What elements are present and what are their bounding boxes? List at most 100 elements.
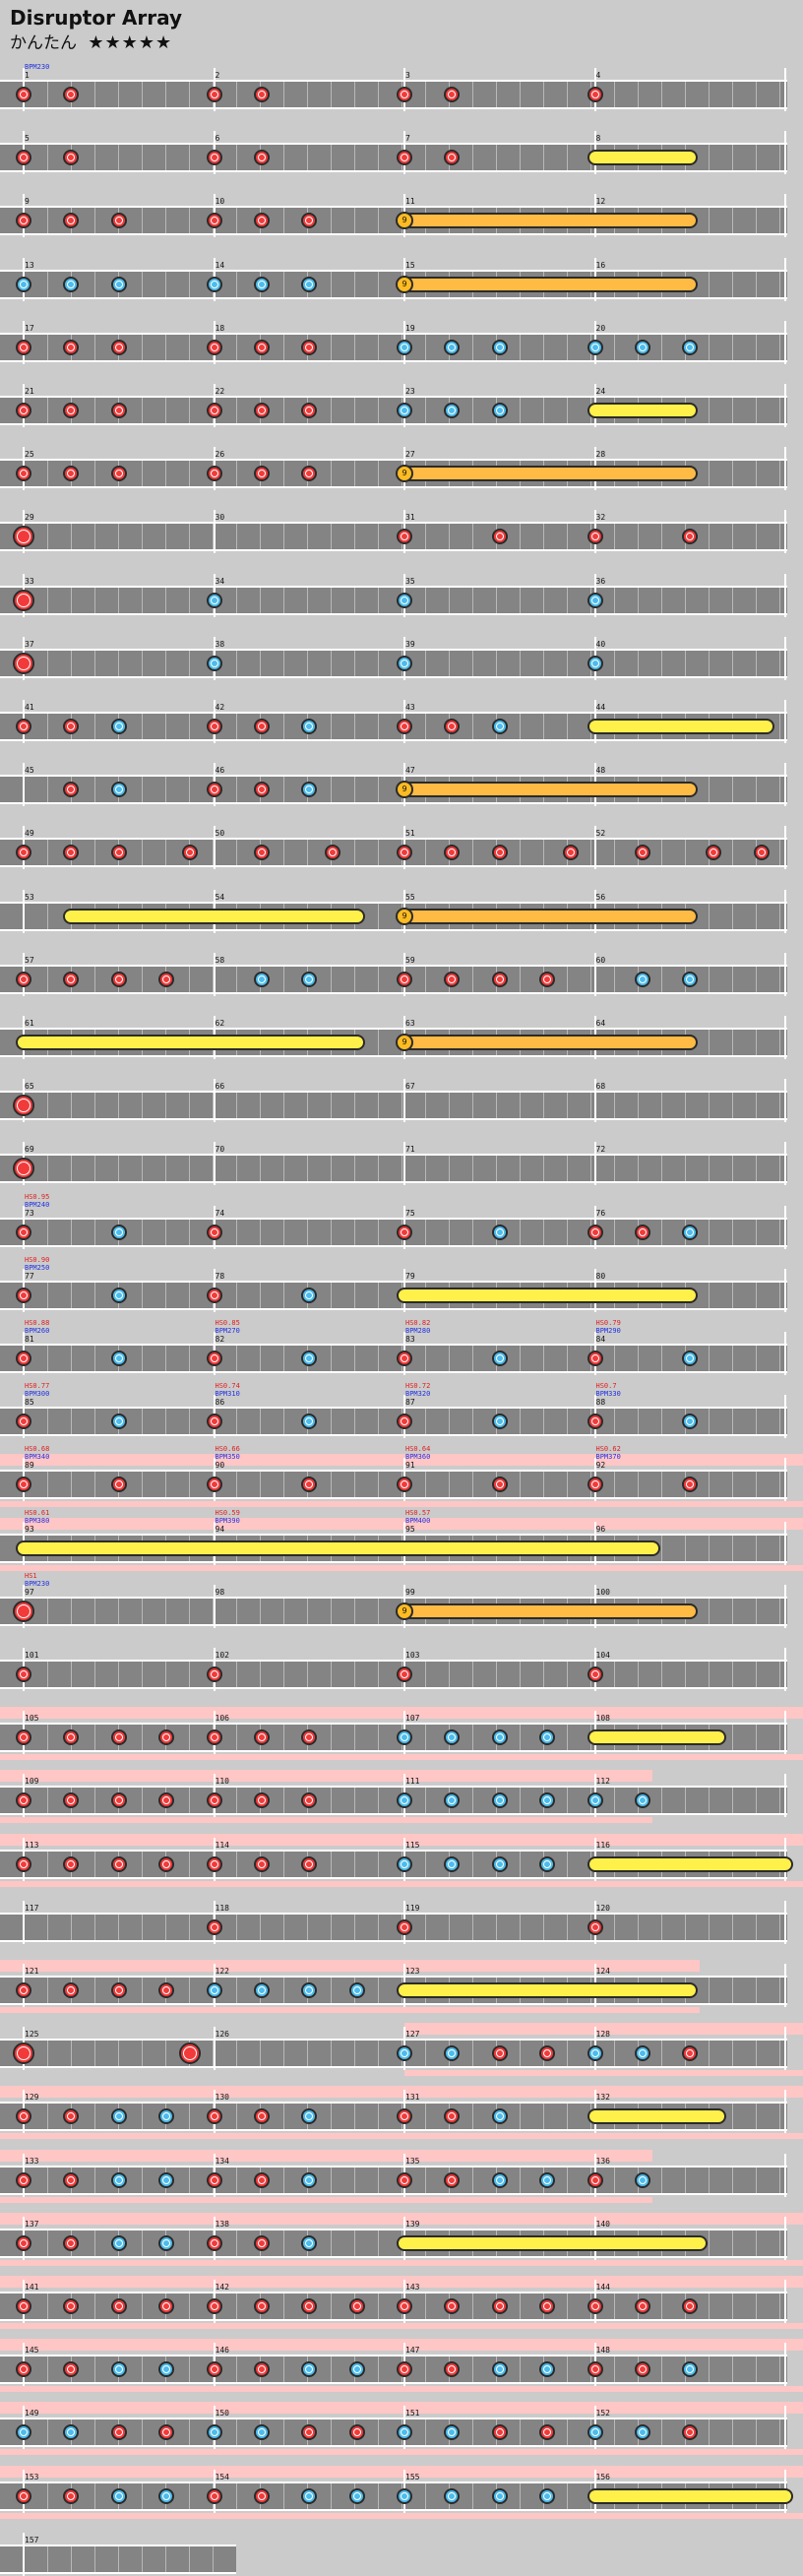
measure-number: 20 bbox=[595, 323, 606, 333]
beat-tick bbox=[236, 1598, 237, 1624]
measure-number: 13 bbox=[25, 260, 34, 270]
beat-tick bbox=[638, 1409, 639, 1435]
beat-tick bbox=[756, 145, 757, 171]
beat-tick bbox=[260, 1472, 261, 1498]
measure-number: 45 bbox=[25, 766, 34, 776]
beat-tick bbox=[779, 840, 780, 866]
beat-tick bbox=[47, 334, 48, 360]
beat-tick bbox=[260, 524, 261, 550]
beat-tick bbox=[142, 1409, 143, 1435]
beat-tick bbox=[142, 587, 143, 613]
beat-tick bbox=[142, 1662, 143, 1687]
beat-tick bbox=[283, 2419, 284, 2446]
beat-tick bbox=[307, 587, 308, 613]
beat-tick bbox=[661, 650, 662, 676]
beat-tick bbox=[165, 1219, 166, 1245]
measure-number: 42 bbox=[215, 703, 225, 712]
beat-tick bbox=[47, 2482, 48, 2509]
beat-tick bbox=[779, 2419, 780, 2446]
beat-tick bbox=[47, 461, 48, 487]
don-note bbox=[16, 1351, 31, 1366]
beat-tick bbox=[283, 2293, 284, 2319]
scroll-speed-label: HS0.59 bbox=[215, 1508, 240, 1517]
ka-note bbox=[206, 276, 222, 292]
beat-tick bbox=[354, 1851, 355, 1877]
measure-number: 46 bbox=[215, 766, 225, 776]
beat-tick bbox=[638, 1093, 639, 1119]
beat-tick bbox=[189, 2419, 190, 2446]
beat-tick bbox=[142, 271, 143, 297]
beat-tick bbox=[709, 145, 710, 171]
ka-note bbox=[301, 971, 318, 987]
beat-tick bbox=[779, 1156, 780, 1182]
ka-note bbox=[491, 1729, 508, 1746]
beat-tick bbox=[779, 334, 780, 360]
beat-tick bbox=[732, 1978, 733, 2003]
beat-tick bbox=[756, 461, 757, 487]
beat-tick bbox=[756, 1282, 757, 1308]
beat-tick bbox=[236, 1725, 237, 1751]
measure-lane bbox=[0, 80, 787, 109]
measure-number: 149 bbox=[25, 2409, 39, 2419]
beat-tick bbox=[756, 1219, 757, 1245]
beat-tick bbox=[47, 714, 48, 739]
beat-tick bbox=[354, 461, 355, 487]
beat-tick bbox=[590, 840, 591, 866]
beat-tick bbox=[614, 587, 615, 613]
beat-tick bbox=[472, 82, 473, 107]
gogo-band-bottom bbox=[0, 1880, 803, 1887]
beat-tick bbox=[331, 2230, 332, 2256]
beat-tick bbox=[307, 1598, 308, 1624]
beat-tick bbox=[425, 1219, 426, 1245]
measure-number: 71 bbox=[405, 1145, 415, 1155]
measure-number: 138 bbox=[215, 2219, 229, 2229]
beat-tick bbox=[779, 1030, 780, 1055]
beat-tick bbox=[472, 1851, 473, 1877]
beat-tick bbox=[614, 1914, 615, 1940]
ka-note bbox=[110, 1351, 127, 1366]
beat-tick bbox=[732, 777, 733, 803]
beat-tick bbox=[47, 208, 48, 234]
beat-tick bbox=[189, 714, 190, 739]
beat-tick bbox=[378, 2230, 379, 2256]
beat-tick bbox=[118, 1914, 119, 1940]
beat-tick bbox=[165, 2545, 166, 2572]
beat-tick bbox=[756, 1472, 757, 1498]
beat-tick bbox=[331, 145, 332, 171]
beat-tick bbox=[543, 714, 544, 739]
beat-tick bbox=[496, 1156, 497, 1182]
barline-end bbox=[784, 636, 786, 680]
ka-note bbox=[301, 2487, 318, 2504]
beat-tick bbox=[425, 1093, 426, 1119]
beat-tick bbox=[142, 208, 143, 234]
beat-tick bbox=[378, 714, 379, 739]
scroll-speed-label: HS0.66 bbox=[215, 1445, 240, 1454]
measure-number: 97 bbox=[25, 1587, 34, 1597]
beat-tick bbox=[732, 587, 733, 613]
don-note bbox=[397, 2298, 412, 2314]
measure-number: 117 bbox=[25, 1903, 39, 1913]
beat-tick bbox=[189, 2230, 190, 2256]
beat-tick bbox=[472, 2041, 473, 2067]
beat-tick bbox=[354, 1093, 355, 1119]
beat-tick bbox=[709, 2419, 710, 2446]
beat-tick bbox=[331, 1156, 332, 1182]
beat-tick bbox=[142, 2545, 143, 2572]
beat-tick bbox=[47, 1978, 48, 2003]
measure-number: 115 bbox=[405, 1840, 420, 1850]
beat-tick bbox=[189, 524, 190, 550]
gogo-band-bottom bbox=[0, 1564, 803, 1571]
beat-tick bbox=[614, 334, 615, 360]
beat-tick bbox=[283, 2356, 284, 2383]
don-note bbox=[348, 2298, 365, 2314]
measure-number: 24 bbox=[595, 387, 606, 396]
barline-end bbox=[784, 68, 786, 111]
gogo-band-top bbox=[0, 1833, 803, 1846]
beat-tick bbox=[567, 2104, 568, 2130]
beat-tick bbox=[354, 966, 355, 992]
beat-tick bbox=[567, 714, 568, 739]
beat-tick bbox=[732, 1030, 733, 1055]
beat-tick bbox=[142, 2419, 143, 2446]
balloon-note bbox=[397, 1035, 699, 1050]
measure-number: 124 bbox=[595, 1967, 610, 1976]
